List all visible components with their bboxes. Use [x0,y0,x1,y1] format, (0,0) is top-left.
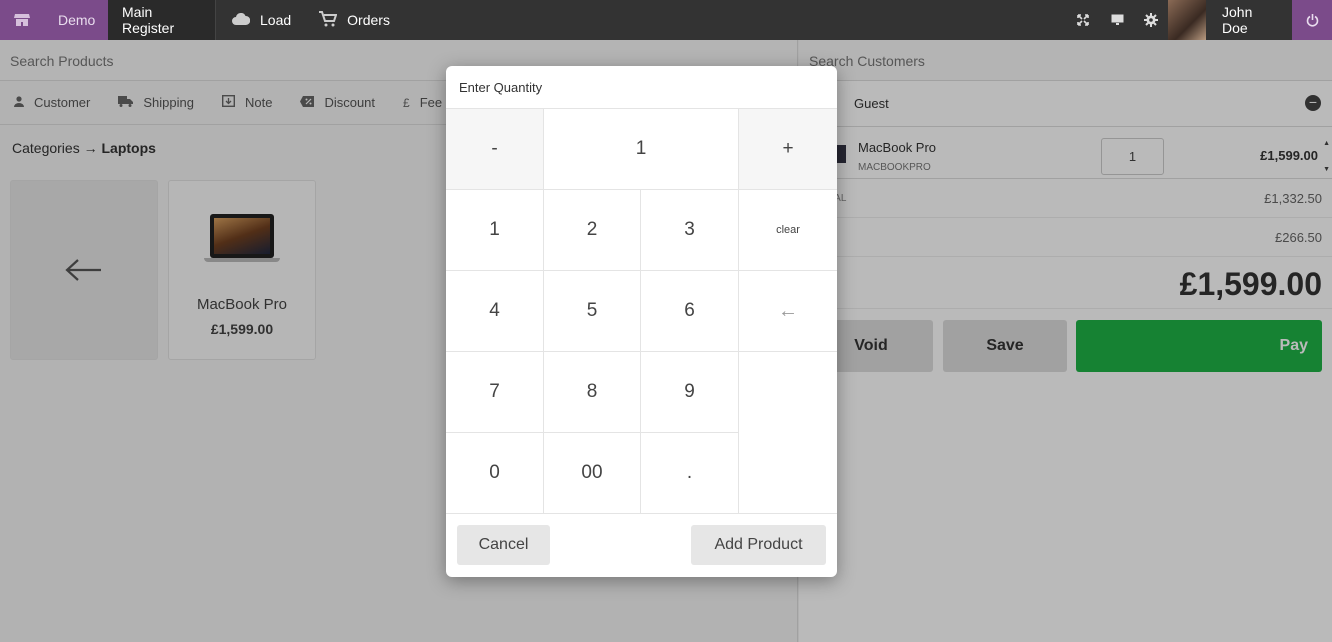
store-icon-svg [14,14,30,26]
numpad-key-5[interactable]: 5 [544,271,641,352]
numpad: - 1 + 1 2 3 clear 4 5 6 ← 7 8 9 0 00 . [446,109,837,513]
numpad-key-8[interactable]: 8 [544,352,641,433]
numpad-key-2[interactable]: 2 [544,190,641,271]
numpad-key-1[interactable]: 1 [446,190,544,271]
numpad-key-3[interactable]: 3 [641,190,739,271]
quantity-modal: Enter Quantity - 1 + 1 2 3 clear 4 5 6 ←… [446,66,837,577]
user-name[interactable]: John Doe [1206,0,1292,40]
register-name[interactable]: Main Register [108,0,216,40]
numpad-key-decimal[interactable]: . [641,433,739,513]
numpad-key-6[interactable]: 6 [641,271,739,352]
cart-icon [319,10,338,30]
numpad-key-00[interactable]: 00 [544,433,641,513]
cloud-icon [232,12,251,28]
gear-icon[interactable] [1134,0,1168,40]
modal-footer: Cancel Add Product [446,513,837,577]
store-name[interactable]: Demo [44,0,108,40]
modal-title: Enter Quantity [446,66,837,109]
numpad-key-7[interactable]: 7 [446,352,544,433]
add-product-button[interactable]: Add Product [691,525,826,565]
store-icon[interactable] [0,0,44,40]
backspace-icon[interactable]: ← [739,271,837,352]
numpad-plus[interactable]: + [739,109,837,190]
load-button[interactable]: Load [216,0,305,40]
avatar[interactable] [1168,0,1206,40]
orders-button[interactable]: Orders [305,0,404,40]
numpad-key-9[interactable]: 9 [641,352,739,433]
numpad-empty [739,352,837,513]
quantity-display[interactable]: 1 [544,109,739,190]
numpad-key-0[interactable]: 0 [446,433,544,513]
display-icon[interactable] [1100,0,1134,40]
numpad-key-4[interactable]: 4 [446,271,544,352]
load-label: Load [260,12,292,28]
orders-label: Orders [347,12,390,28]
top-bar: Demo Main Register Load Orders John Doe [0,0,1332,40]
fullscreen-icon[interactable] [1066,0,1100,40]
numpad-minus[interactable]: - [446,109,544,190]
numpad-clear[interactable]: clear [739,190,837,271]
power-icon[interactable] [1292,0,1332,40]
cancel-button[interactable]: Cancel [457,525,550,565]
